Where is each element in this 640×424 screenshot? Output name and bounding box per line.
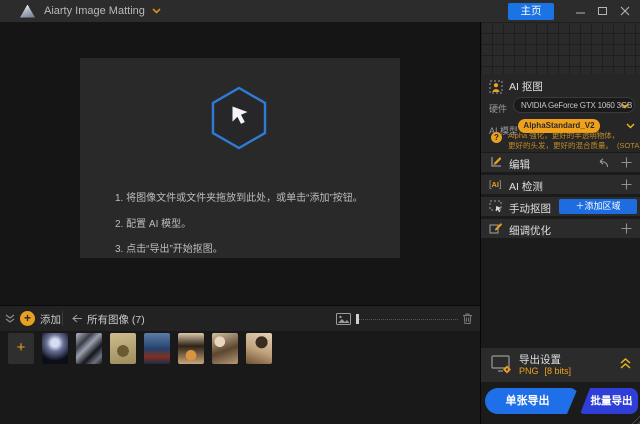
- export-monitor-gear-icon: [491, 355, 513, 374]
- thumbnail-metal-shards[interactable]: [76, 333, 102, 364]
- export-single-button[interactable]: 单张导出: [485, 388, 578, 414]
- add-image-tile[interactable]: +: [8, 333, 34, 364]
- fine-tune-section-row[interactable]: 细调优化: [481, 219, 640, 238]
- arrow-left-icon[interactable]: [71, 314, 83, 323]
- manual-marquee-cursor-icon: [489, 200, 503, 213]
- instruction-line: 2. 配置 AI 模型。: [115, 219, 192, 230]
- home-button[interactable]: 主页: [508, 2, 554, 20]
- app-menu-chevron-down-icon[interactable]: [152, 8, 161, 14]
- ai-detect-title: AI 检测: [509, 181, 543, 193]
- collapse-panel-icon[interactable]: [5, 314, 15, 324]
- ai-detect-section-row[interactable]: [AI] AI 检测: [481, 175, 640, 194]
- thumbnail-bicycle-flowers[interactable]: [110, 333, 136, 364]
- model-description-line2: 更好的头发，更好的混合质量。 (SOTA): [508, 141, 640, 150]
- gallery-toolbar: + 添加 所有图像 (7): [0, 305, 480, 331]
- add-images-plus-icon[interactable]: +: [20, 311, 35, 326]
- fine-tune-title: 细调优化: [509, 225, 551, 237]
- manual-matting-section-row[interactable]: 手动抠图 ＋添加区域: [481, 197, 640, 216]
- hardware-dropdown[interactable]: NVIDIA GeForce GTX 1060 3GB: [513, 97, 635, 113]
- thumbnail-strip: +: [8, 333, 272, 364]
- close-button[interactable]: [614, 2, 636, 20]
- thumbnail-size-slider[interactable]: [356, 314, 458, 324]
- expand-plus-icon[interactable]: [621, 179, 632, 190]
- sota-tag: (SOTA): [617, 141, 640, 150]
- add-region-button[interactable]: ＋添加区域: [559, 199, 637, 214]
- thumbnail-jellyfish[interactable]: [42, 333, 68, 364]
- hexagon-cursor-icon: [210, 86, 268, 150]
- divider: [62, 311, 63, 326]
- ai-matting-title: AI 抠图: [509, 81, 543, 93]
- titlebar: Aiarty Image Matting 主页: [0, 0, 640, 22]
- transparency-checker-pattern: [481, 22, 640, 74]
- double-chevron-up-icon[interactable]: [620, 358, 631, 369]
- export-settings-title: 导出设置: [519, 354, 561, 366]
- slider-track[interactable]: [356, 319, 458, 320]
- thumbnail-woman-in-flowers[interactable]: [212, 333, 238, 364]
- app-window: Aiarty Image Matting 主页 1. 将图像文件或文件夹拖放到此…: [0, 0, 640, 424]
- hardware-value: NVIDIA GeForce GTX 1060 3GB: [521, 101, 633, 110]
- manual-matting-title: 手动抠图: [509, 203, 551, 215]
- expand-plus-icon[interactable]: [621, 157, 632, 168]
- preview-canvas: 1. 将图像文件或文件夹拖放到此处，或单击“添加”按钮。 2. 配置 AI 模型…: [0, 22, 480, 305]
- ai-matting-person-marquee-icon: [489, 80, 503, 94]
- edit-title: 编辑: [509, 159, 530, 171]
- slider-handle[interactable]: [356, 314, 359, 324]
- chevron-down-icon[interactable]: [626, 123, 635, 129]
- edit-section-row[interactable]: 编辑: [481, 153, 640, 172]
- app-title: Aiarty Image Matting: [44, 5, 145, 17]
- trash-icon[interactable]: [461, 312, 474, 325]
- ai-matting-section: AI 抠图 硬件 NVIDIA GeForce GTX 1060 3GB AI …: [481, 74, 640, 152]
- picture-icon: [336, 313, 351, 325]
- thumbnail-woman-with-bouquet[interactable]: [178, 333, 204, 364]
- edit-crop-pen-icon: [489, 156, 502, 169]
- export-settings-row[interactable]: 导出设置 PNG [8 bits]: [481, 348, 640, 382]
- thumbnail-woman-red-dress-forest[interactable]: [144, 333, 170, 364]
- export-batch-button[interactable]: 批量导出: [580, 388, 638, 414]
- all-images-filter[interactable]: 所有图像 (7): [87, 312, 145, 327]
- export-format: PNG [8 bits]: [519, 366, 572, 376]
- expand-plus-icon[interactable]: [621, 223, 632, 234]
- add-images-button[interactable]: 添加: [40, 312, 61, 327]
- ai-detect-icon: [AI]: [489, 179, 502, 189]
- hardware-label: 硬件: [489, 104, 508, 114]
- instruction-line: 1. 将图像文件或文件夹拖放到此处，或单击“添加”按钮。: [115, 193, 363, 204]
- gallery-panel: + 添加 所有图像 (7) +: [0, 305, 480, 424]
- settings-sidebar: AI 抠图 硬件 NVIDIA GeForce GTX 1060 3GB AI …: [480, 22, 640, 424]
- thumbnail-woman-portrait-flowers[interactable]: [246, 333, 272, 364]
- fine-tune-pen-box-icon: [489, 222, 502, 235]
- instruction-line: 3. 点击“导出”开始抠图。: [115, 244, 223, 255]
- help-icon[interactable]: ?: [491, 132, 502, 143]
- drop-zone[interactable]: 1. 将图像文件或文件夹拖放到此处，或单击“添加”按钮。 2. 配置 AI 模型…: [80, 58, 400, 258]
- app-logo-icon: [20, 4, 35, 18]
- chevron-down-icon: [621, 103, 629, 109]
- minimize-button[interactable]: [570, 2, 592, 20]
- undo-icon[interactable]: [597, 157, 609, 168]
- bit-depth: [8 bits]: [544, 366, 572, 376]
- maximize-button[interactable]: [592, 2, 614, 20]
